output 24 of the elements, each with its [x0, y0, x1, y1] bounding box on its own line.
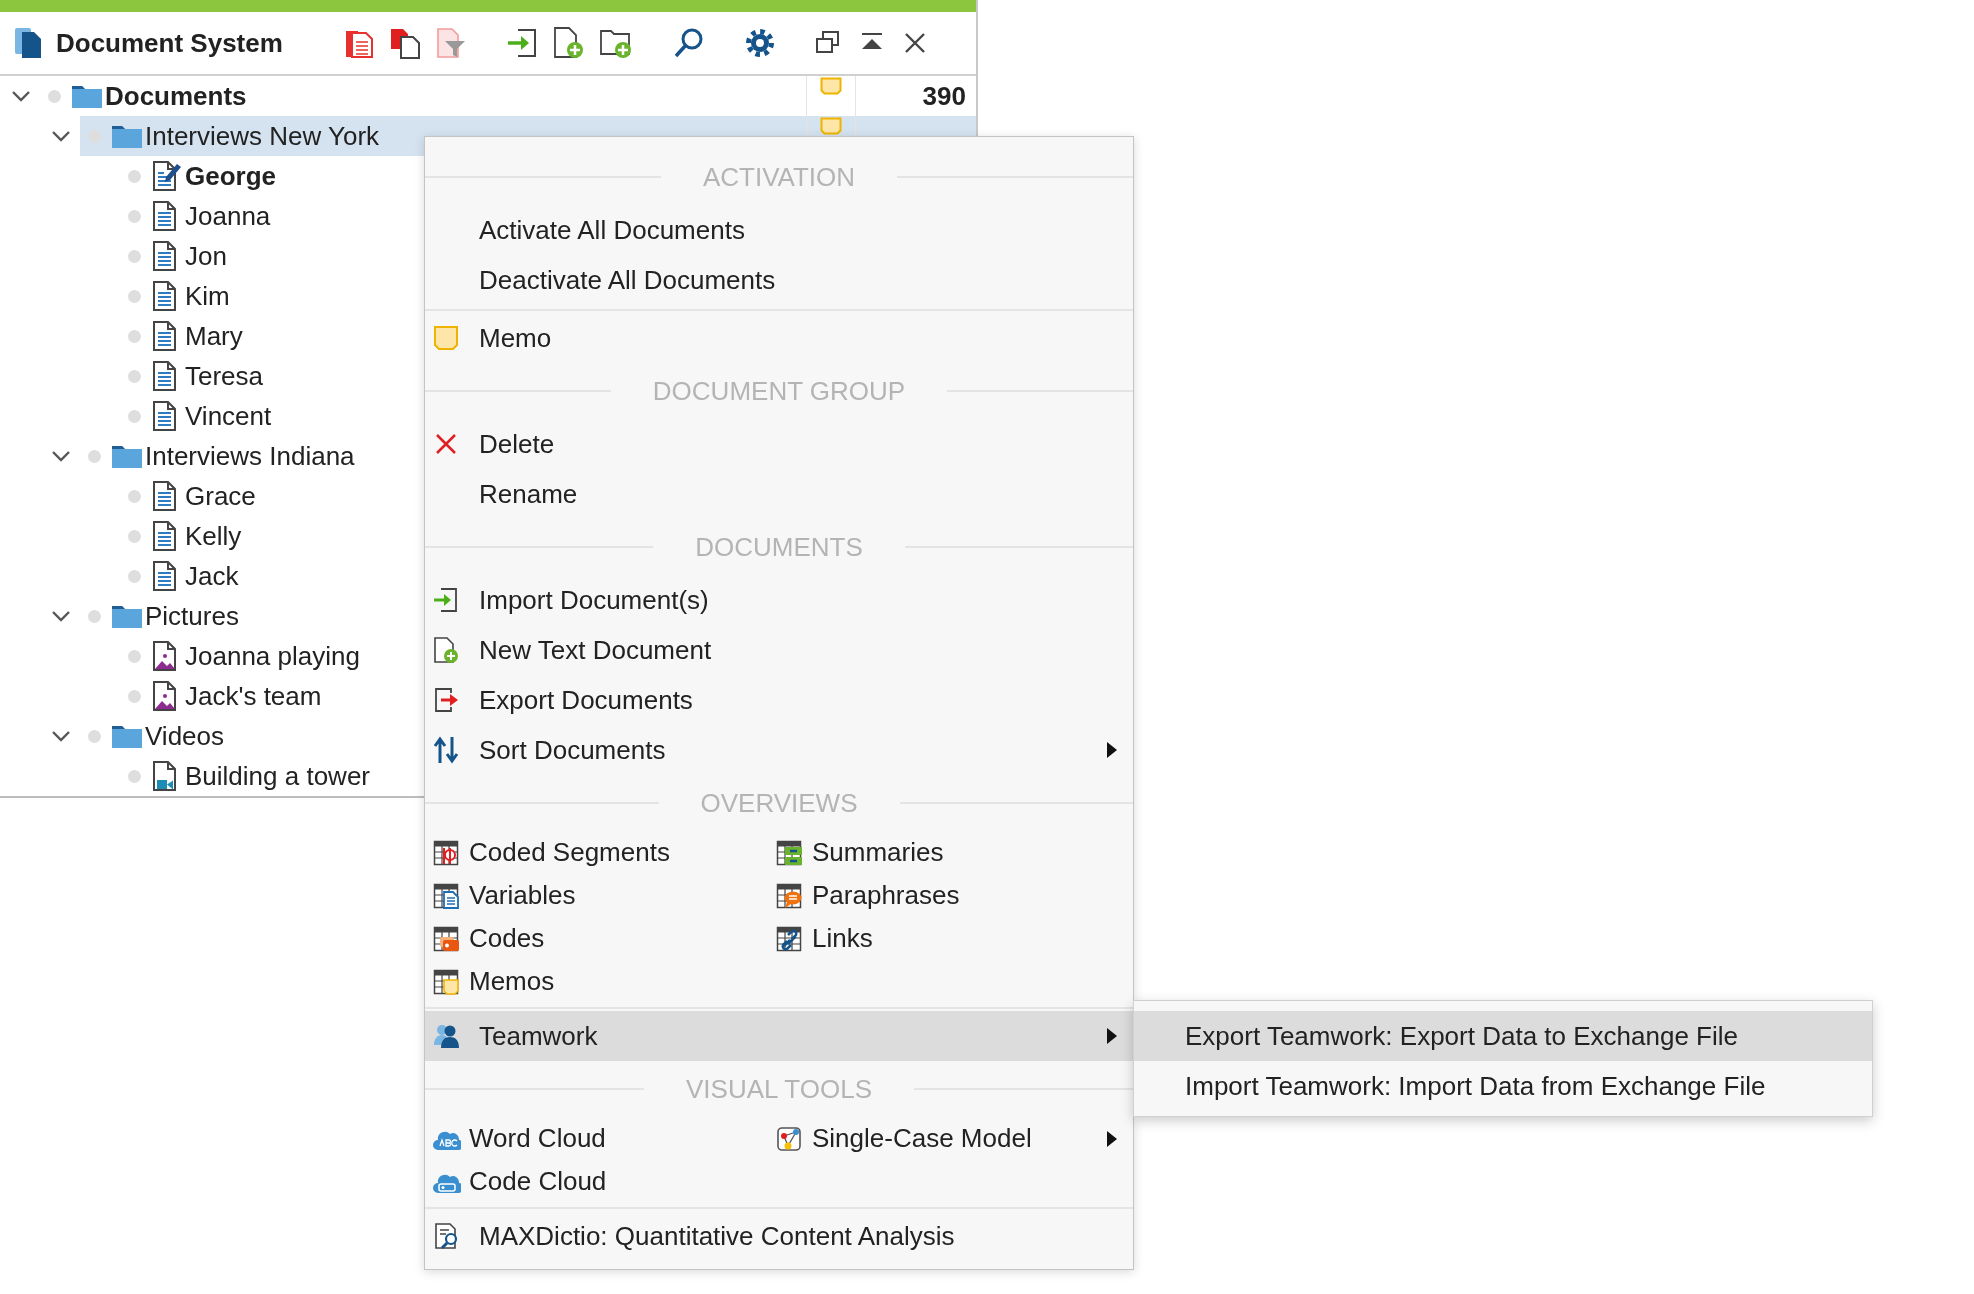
item-label: Teresa	[185, 360, 264, 392]
item-label: Building a tower	[185, 760, 370, 792]
item-label: George	[185, 160, 277, 192]
item-label: Pictures	[145, 600, 239, 632]
section-header: DOCUMENT GROUP	[651, 375, 907, 407]
item-label: Vincent	[185, 400, 272, 432]
item-label: Videos	[145, 720, 225, 752]
item-label: Documents	[105, 80, 247, 112]
item-label: Jack's team	[185, 680, 322, 712]
section-header: DOCUMENTS	[694, 531, 864, 563]
section-header: OVERVIEWS	[699, 787, 859, 819]
item-label: Grace	[185, 480, 256, 512]
section-header: ACTIVATION	[701, 161, 857, 193]
item-label: Joanna playing	[185, 640, 360, 672]
item-label: Kelly	[185, 520, 242, 552]
item-label: Mary	[185, 320, 243, 352]
item-label: Kim	[185, 280, 230, 312]
item-label: Jack	[185, 560, 239, 592]
item-label: Interviews Indiana	[145, 440, 355, 472]
section-header: VISUAL TOOLS	[685, 1073, 873, 1105]
item-label: Interviews New York	[145, 120, 380, 152]
item-label: Jon	[185, 240, 227, 272]
item-label: Joanna	[185, 200, 271, 232]
window-title: Document System	[56, 27, 283, 59]
